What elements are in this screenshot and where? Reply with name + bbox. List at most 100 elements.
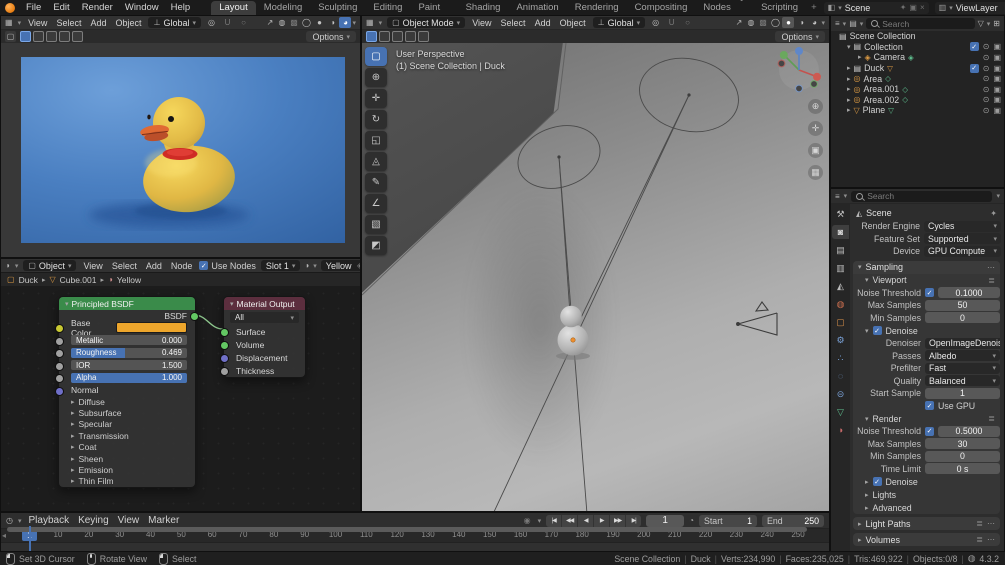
chevron-down-icon[interactable]: ▾ bbox=[996, 192, 1000, 200]
pin-icon[interactable]: ✦ bbox=[990, 209, 997, 218]
properties-editor-icon[interactable]: ≡ bbox=[835, 192, 840, 201]
outliner-row-area[interactable]: ▸ ◎ Area ◇ ⊙ ▣ bbox=[831, 73, 1004, 84]
expand-icon[interactable]: ▸ bbox=[847, 75, 851, 83]
view-layer-tab[interactable]: ▥ bbox=[832, 261, 849, 275]
field-render-engine-dropdown[interactable]: Cycles ▾ bbox=[924, 220, 1001, 232]
menu-add[interactable]: Add bbox=[88, 18, 108, 28]
overlays-icon[interactable]: ◍ bbox=[276, 17, 287, 28]
material-name-field[interactable]: Yellow◈▣× bbox=[320, 260, 360, 271]
menu-node[interactable]: Node bbox=[169, 261, 195, 271]
workspace-tab-compositing[interactable]: Compositing bbox=[627, 1, 696, 15]
hide-eye-icon[interactable]: ⊙ bbox=[983, 42, 990, 51]
base-color-swatch[interactable] bbox=[116, 322, 187, 333]
alpha-socket[interactable] bbox=[55, 374, 64, 384]
options-button[interactable]: Options ▾ bbox=[306, 31, 356, 42]
panel-sheen[interactable]: ▸ Sheen bbox=[59, 453, 195, 464]
output-target-dropdown[interactable]: All ▾ bbox=[230, 312, 299, 323]
menu-edit[interactable]: Edit bbox=[48, 1, 74, 14]
hide-eye-icon[interactable]: ⊙ bbox=[983, 106, 990, 115]
field-feature-set-dropdown[interactable]: Supported ▾ bbox=[924, 233, 1001, 245]
new-collection-icon[interactable]: ⊞ bbox=[993, 19, 1000, 28]
xray-icon[interactable]: ▩ bbox=[288, 17, 299, 28]
workspace-tab-modeling[interactable]: Modeling bbox=[256, 1, 311, 15]
disable-render-icon[interactable]: ▣ bbox=[993, 53, 1001, 62]
solid-shading-icon[interactable]: ● bbox=[782, 17, 795, 28]
normal-socket[interactable] bbox=[55, 386, 64, 396]
workspace-tab-sculpting[interactable]: Sculpting bbox=[310, 1, 365, 15]
select-mode-4[interactable] bbox=[418, 31, 429, 42]
move-tool[interactable]: ✛ bbox=[365, 89, 387, 108]
surface-socket[interactable] bbox=[220, 328, 229, 337]
viewport-subpanel-header[interactable]: ▾ Viewport ≣ bbox=[853, 274, 1000, 287]
material-shading-icon[interactable]: ◑ bbox=[326, 17, 338, 28]
principled-bsdf-node[interactable]: ▾ Principled BSDF BSDF Base Color Metall… bbox=[55, 296, 199, 489]
prop-checkbox[interactable]: ✓ bbox=[925, 426, 934, 436]
exclude-checkbox[interactable]: ✓ bbox=[969, 63, 979, 73]
panel-emission[interactable]: ▸ Emission bbox=[59, 464, 195, 475]
grid-ortho-icon[interactable]: ▦ bbox=[808, 165, 823, 180]
panel-menu-icon[interactable]: ⋯ bbox=[987, 535, 995, 544]
panel-specular[interactable]: ▸ Specular bbox=[59, 419, 195, 430]
active-tool-icon[interactable]: ▢ bbox=[5, 31, 16, 42]
pivot-point-icon[interactable]: ◎ bbox=[206, 17, 217, 28]
material-shading-icon[interactable]: ◑ bbox=[795, 17, 807, 28]
disable-render-icon[interactable]: ▣ bbox=[993, 106, 1001, 115]
solid-shading-icon[interactable]: ● bbox=[313, 17, 325, 28]
pivot-point-icon[interactable]: ◎ bbox=[650, 17, 661, 28]
fake-user-icon[interactable]: ◈ bbox=[354, 260, 360, 271]
prop-denoiser-value[interactable]: OpenImageDenoise▾ bbox=[925, 337, 1000, 349]
xray-icon[interactable]: ▩ bbox=[757, 17, 768, 28]
panel-light-paths-header[interactable]: ▸ Light Paths ≣ ⋯ bbox=[853, 517, 1000, 530]
mode-dropdown[interactable]: ▢ Object Mode ▾ bbox=[387, 17, 466, 28]
workspace-tab-layout[interactable]: Layout bbox=[211, 1, 256, 15]
workspace-tab-shading[interactable]: Shading bbox=[458, 1, 509, 15]
node-canvas[interactable]: ▾ Principled BSDF BSDF Base Color Metall… bbox=[1, 286, 360, 511]
hide-eye-icon[interactable]: ⊙ bbox=[983, 85, 990, 94]
play-button[interactable]: ▶ bbox=[594, 514, 610, 527]
prop-min-samples-value[interactable]: 0 bbox=[925, 450, 1000, 462]
menu-window[interactable]: Window bbox=[120, 1, 164, 14]
material-tab[interactable]: ◑ bbox=[832, 423, 849, 437]
material-output-node[interactable]: ▾ Material Output All ▾ Surface Volume Dis… bbox=[220, 296, 306, 378]
render-tab[interactable]: ◙ bbox=[832, 225, 849, 239]
viewlayer-browse-icon[interactable]: ▥ bbox=[939, 3, 947, 12]
new-scene-icon[interactable]: ▣ bbox=[909, 3, 917, 12]
panel-thin-film[interactable]: ▸ Thin Film bbox=[59, 476, 195, 487]
viewport-canvas[interactable]: User Perspective (1) Scene Collection | … bbox=[362, 43, 829, 511]
menu-select[interactable]: Select bbox=[110, 261, 139, 271]
prop-quality-value[interactable]: Balanced ▾ bbox=[925, 375, 1000, 387]
outliner-row-area-001[interactable]: ▸ ◎ Area.001 ◇ ⊙ ▣ bbox=[831, 84, 1004, 95]
prop-max-samples-value[interactable]: 50 bbox=[925, 299, 1000, 311]
annotate-tool[interactable]: ✎ bbox=[365, 173, 387, 192]
world-tab[interactable]: ◍ bbox=[832, 297, 849, 311]
scale-tool[interactable]: ◱ bbox=[365, 131, 387, 150]
denoise-checkbox[interactable]: ✓ bbox=[872, 326, 882, 335]
ior-socket[interactable] bbox=[55, 361, 64, 371]
outliner-row-area-002[interactable]: ▸ ◎ Area.002 ◇ ⊙ ▣ bbox=[831, 95, 1004, 106]
outliner-editor-icon[interactable]: ≡ bbox=[835, 19, 840, 28]
frame-end-field[interactable]: End 250 bbox=[762, 514, 824, 527]
pan-icon[interactable]: ✛ bbox=[808, 121, 823, 136]
panel-menu-icon[interactable]: ⋯ bbox=[987, 519, 995, 528]
proportional-edit-icon[interactable]: ○ bbox=[682, 17, 693, 28]
overlays-icon[interactable]: ◍ bbox=[745, 17, 756, 28]
outliner-row-collection[interactable]: ▾ ▤ Collection ✓ ⊙ ▣ bbox=[831, 42, 1004, 53]
proportional-edit-icon[interactable]: ○ bbox=[238, 17, 249, 28]
workspace-tab-uv-editing[interactable]: UV Editing bbox=[365, 0, 410, 15]
snap-magnet-icon[interactable]: U bbox=[222, 17, 233, 28]
expand-icon[interactable]: ▸ bbox=[847, 85, 851, 93]
modifiers-tab[interactable]: ⚙ bbox=[832, 333, 849, 347]
prev-keyframe-button[interactable]: ◀◀ bbox=[562, 514, 578, 527]
menu-select[interactable]: Select bbox=[499, 18, 528, 28]
menu-keying[interactable]: Keying bbox=[76, 515, 111, 526]
disable-render-icon[interactable]: ▣ bbox=[993, 85, 1001, 94]
ior-slider[interactable]: IOR 1.500 bbox=[71, 360, 187, 371]
disable-render-icon[interactable]: ▣ bbox=[993, 64, 1001, 73]
disable-render-icon[interactable]: ▣ bbox=[993, 42, 1001, 51]
outliner-row-camera[interactable]: ▸ ◈ Camera ◈ ⊙ ▣ bbox=[831, 52, 1004, 63]
roughness-socket[interactable] bbox=[55, 349, 64, 359]
prop-start-sample-value[interactable]: 1 bbox=[925, 387, 1000, 399]
outliner-search[interactable]: Search bbox=[866, 18, 975, 29]
measure-tool[interactable]: ∠ bbox=[365, 194, 387, 213]
bsdf-output-socket[interactable] bbox=[190, 312, 199, 321]
